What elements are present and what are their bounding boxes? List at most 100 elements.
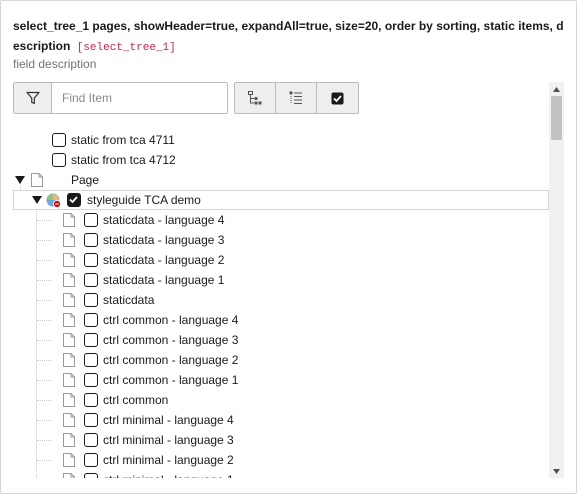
tree-node-page[interactable]: staticdata - language 3 xyxy=(13,230,549,250)
page-icon xyxy=(63,373,75,387)
tree-node-label: ctrl common - language 2 xyxy=(103,353,239,367)
field-title: select_tree_1 pages, showHeader=true, ex… xyxy=(13,16,569,58)
tree-node-page[interactable]: staticdata - language 4 xyxy=(13,210,549,230)
tree-node-page[interactable]: ctrl common - language 4 xyxy=(13,310,549,330)
filter-icon xyxy=(25,91,40,105)
tree-node-page[interactable]: ctrl minimal - language 1 xyxy=(13,470,549,478)
tree-node-label: styleguide TCA demo xyxy=(87,193,201,207)
tree-connector xyxy=(37,340,51,341)
checkbox[interactable] xyxy=(84,313,98,327)
page-icon xyxy=(63,293,75,307)
page-icon xyxy=(63,313,75,327)
tree-connector xyxy=(37,440,51,441)
checkbox-checked-icon xyxy=(331,92,344,104)
filter-group xyxy=(13,82,228,114)
page-icon xyxy=(63,453,75,467)
tree-connector xyxy=(37,420,51,421)
checkbox[interactable] xyxy=(84,273,98,287)
tree-node-page[interactable]: ctrl common - language 2 xyxy=(13,350,549,370)
field-code: [select_tree_1] xyxy=(76,42,176,54)
checkbox[interactable] xyxy=(52,153,66,167)
checkbox[interactable] xyxy=(84,253,98,267)
tree-node-label: ctrl common - language 3 xyxy=(103,333,239,347)
checkbox[interactable] xyxy=(84,233,98,247)
toggle-select-all-button[interactable] xyxy=(317,83,358,113)
tree-node-page[interactable]: ctrl common - language 1 xyxy=(13,370,549,390)
caret-down-icon[interactable] xyxy=(31,194,43,206)
field-description: field description xyxy=(13,57,97,71)
caret-down-icon[interactable] xyxy=(14,174,26,186)
tree-node-group[interactable]: styleguide TCA demo xyxy=(13,190,549,210)
scrollbar-thumb[interactable] xyxy=(551,96,562,140)
tree-connector xyxy=(37,360,51,361)
tree-node-label: staticdata xyxy=(103,293,155,307)
tree-node-static[interactable]: static from tca 4712 xyxy=(13,150,549,170)
tree-node-page[interactable]: ctrl minimal - language 3 xyxy=(13,430,549,450)
checkbox[interactable] xyxy=(84,413,98,427)
page-icon xyxy=(63,273,75,287)
checkbox[interactable] xyxy=(84,353,98,367)
list-tree-icon xyxy=(289,91,302,104)
filter-button[interactable] xyxy=(14,83,52,113)
tree-node-label: static from tca 4711 xyxy=(71,133,175,147)
page-icon xyxy=(63,473,75,478)
tree-node-page[interactable]: ctrl common xyxy=(13,390,549,410)
checkbox[interactable] xyxy=(84,453,98,467)
tree-connector xyxy=(37,280,51,281)
tree-node-page[interactable]: staticdata xyxy=(13,290,549,310)
tree-node-label: ctrl common xyxy=(103,393,169,407)
page-icon xyxy=(63,253,75,267)
checkbox[interactable] xyxy=(52,133,66,147)
check-icon xyxy=(69,196,78,204)
tree-node-label: ctrl minimal - language 4 xyxy=(103,413,234,427)
page-icon xyxy=(63,433,75,447)
page-icon xyxy=(63,213,75,227)
tree-toolbar xyxy=(234,82,359,114)
expand-all-button[interactable] xyxy=(235,83,276,113)
tree-expand-icon xyxy=(248,91,262,105)
checkbox[interactable] xyxy=(84,373,98,387)
page-icon xyxy=(31,173,43,187)
tree-node-page[interactable]: staticdata - language 1 xyxy=(13,270,549,290)
arrow-up-icon xyxy=(553,86,560,92)
checkbox[interactable] xyxy=(84,393,98,407)
checkbox[interactable] xyxy=(84,473,98,478)
select-tree: static from tca 4711 static from tca 471… xyxy=(13,130,549,478)
page-icon xyxy=(63,233,75,247)
page-icon xyxy=(63,353,75,367)
tree-connector xyxy=(37,220,51,221)
scroll-up-arrow[interactable] xyxy=(549,82,564,96)
find-item-input[interactable] xyxy=(52,83,227,113)
tree-connector xyxy=(37,240,51,241)
tree-connector xyxy=(37,260,51,261)
tree-node-label: ctrl minimal - language 2 xyxy=(103,453,234,467)
tree-node-page[interactable]: staticdata - language 2 xyxy=(13,250,549,270)
tree-node-label: ctrl minimal - language 1 xyxy=(103,473,234,478)
checkbox[interactable] xyxy=(84,333,98,347)
tree-node-root[interactable]: Page xyxy=(13,170,549,190)
tree-node-label: staticdata - language 1 xyxy=(103,273,225,287)
tree-node-page[interactable]: ctrl minimal - language 4 xyxy=(13,410,549,430)
page-icon xyxy=(63,393,75,407)
tree-connector xyxy=(37,320,51,321)
tree-node-label: staticdata - language 2 xyxy=(103,253,225,267)
checkbox-checked[interactable] xyxy=(67,193,81,207)
arrow-down-icon xyxy=(553,468,560,474)
tree-node-label: Page xyxy=(71,173,100,187)
tree-node-static[interactable]: static from tca 4711 xyxy=(13,130,549,150)
tree-node-page[interactable]: ctrl minimal - language 2 xyxy=(13,450,549,470)
tree-node-label: staticdata - language 3 xyxy=(103,233,225,247)
tree-node-page[interactable]: ctrl common - language 3 xyxy=(13,330,549,350)
tree-connector xyxy=(37,380,51,381)
collapse-all-button[interactable] xyxy=(276,83,317,113)
scroll-down-arrow[interactable] xyxy=(549,464,564,478)
checkbox[interactable] xyxy=(84,433,98,447)
vertical-scrollbar[interactable] xyxy=(549,82,564,478)
checkbox[interactable] xyxy=(84,293,98,307)
tree-connector xyxy=(37,400,51,401)
tree-node-label: ctrl common - language 1 xyxy=(103,373,239,387)
tree-connector xyxy=(37,300,51,301)
tree-node-label: static from tca 4712 xyxy=(71,153,176,167)
checkbox[interactable] xyxy=(84,213,98,227)
tree-node-label: ctrl minimal - language 3 xyxy=(103,433,234,447)
